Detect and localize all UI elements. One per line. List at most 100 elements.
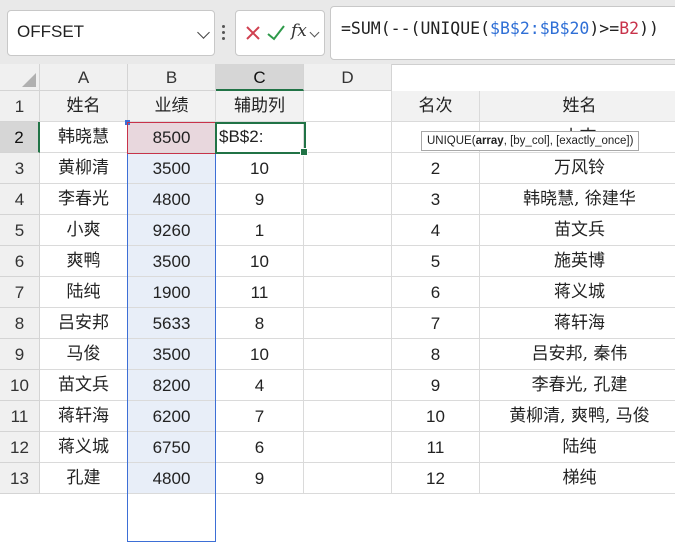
helper-cell[interactable]: 10: [216, 153, 304, 184]
sales-cell[interactable]: 8200: [128, 370, 216, 401]
name-cell[interactable]: 小爽: [40, 215, 128, 246]
name-cell[interactable]: 马俊: [40, 339, 128, 370]
helper-cell[interactable]: 4: [216, 370, 304, 401]
names-cell[interactable]: 万风铃: [480, 153, 675, 184]
table-header[interactable]: 辅助列: [216, 91, 304, 122]
row-header[interactable]: 9: [0, 339, 40, 370]
table-header[interactable]: 姓名: [480, 91, 675, 122]
sales-cell[interactable]: 3500: [128, 246, 216, 277]
sales-cell[interactable]: 6200: [128, 401, 216, 432]
name-cell[interactable]: 吕安邦: [40, 308, 128, 339]
name-cell[interactable]: 蒋义城: [40, 432, 128, 463]
insert-function-icon[interactable]: fx: [291, 21, 307, 41]
names-cell[interactable]: 陆纯: [480, 432, 675, 463]
rank-cell[interactable]: 10: [392, 401, 480, 432]
empty-cell[interactable]: [304, 370, 392, 401]
sales-cell[interactable]: 5633: [128, 308, 216, 339]
name-cell[interactable]: 苗文兵: [40, 370, 128, 401]
row-header[interactable]: 13: [0, 463, 40, 494]
tooltip-current-arg[interactable]: array: [476, 135, 504, 147]
empty-cell[interactable]: [304, 277, 392, 308]
names-cell[interactable]: 黄柳清, 爽鸭, 马俊: [480, 401, 675, 432]
select-all-corner[interactable]: [0, 64, 40, 91]
empty-cell[interactable]: [304, 91, 392, 122]
rank-cell[interactable]: 4: [392, 215, 480, 246]
sales-cell[interactable]: 3500: [128, 339, 216, 370]
table-header[interactable]: 名次: [392, 91, 480, 122]
sales-cell[interactable]: 9260: [128, 215, 216, 246]
sales-cell[interactable]: 8500: [128, 122, 216, 153]
helper-cell[interactable]: 10: [216, 339, 304, 370]
column-header-c[interactable]: C: [216, 64, 304, 91]
name-cell[interactable]: 黄柳清: [40, 153, 128, 184]
rank-cell[interactable]: 2: [392, 153, 480, 184]
helper-cell[interactable]: 8: [216, 308, 304, 339]
rank-cell[interactable]: 11: [392, 432, 480, 463]
row-header[interactable]: 8: [0, 308, 40, 339]
confirm-icon[interactable]: [266, 23, 286, 43]
names-cell[interactable]: 蒋义城: [480, 277, 675, 308]
table-header[interactable]: 姓名: [40, 91, 128, 122]
name-cell[interactable]: 陆纯: [40, 277, 128, 308]
column-header-a[interactable]: A: [40, 64, 128, 91]
name-box[interactable]: OFFSET: [7, 10, 215, 56]
column-header-d[interactable]: D: [304, 64, 392, 91]
names-cell[interactable]: 吕安邦, 秦伟: [480, 339, 675, 370]
helper-cell[interactable]: 9: [216, 184, 304, 215]
row-header[interactable]: 4: [0, 184, 40, 215]
cancel-icon[interactable]: [244, 23, 262, 43]
helper-cell[interactable]: 7: [216, 401, 304, 432]
sales-cell[interactable]: 4800: [128, 184, 216, 215]
row-header[interactable]: 10: [0, 370, 40, 401]
names-cell[interactable]: 韩晓慧, 徐建华: [480, 184, 675, 215]
names-cell[interactable]: 李春光, 孔建: [480, 370, 675, 401]
fill-handle[interactable]: [300, 148, 308, 156]
empty-cell[interactable]: [304, 339, 392, 370]
helper-cell[interactable]: 6: [216, 432, 304, 463]
row-header[interactable]: 11: [0, 401, 40, 432]
names-cell[interactable]: 梯纯: [480, 463, 675, 494]
table-header[interactable]: 业绩: [128, 91, 216, 122]
name-cell[interactable]: 蒋轩海: [40, 401, 128, 432]
formula-input[interactable]: =SUM(--(UNIQUE($B$2:$B$20)>=B2)): [330, 6, 675, 60]
row-header[interactable]: 7: [0, 277, 40, 308]
row-header[interactable]: 3: [0, 153, 40, 184]
names-cell[interactable]: 苗文兵: [480, 215, 675, 246]
sales-cell[interactable]: 1900: [128, 277, 216, 308]
row-header[interactable]: 6: [0, 246, 40, 277]
helper-cell[interactable]: 10: [216, 246, 304, 277]
rank-cell[interactable]: 12: [392, 463, 480, 494]
empty-cell[interactable]: [304, 122, 392, 153]
empty-cell[interactable]: [304, 463, 392, 494]
row-header[interactable]: 2: [0, 122, 40, 153]
empty-cell[interactable]: [304, 308, 392, 339]
empty-cell[interactable]: [304, 153, 392, 184]
row-header[interactable]: 12: [0, 432, 40, 463]
row-header[interactable]: 5: [0, 215, 40, 246]
empty-cell[interactable]: [304, 215, 392, 246]
name-cell[interactable]: 爽鸭: [40, 246, 128, 277]
sales-cell[interactable]: 3500: [128, 153, 216, 184]
name-cell[interactable]: 韩晓慧: [40, 122, 128, 153]
names-cell[interactable]: 施英博: [480, 246, 675, 277]
sales-cell[interactable]: 6750: [128, 432, 216, 463]
chevron-down-icon[interactable]: [197, 26, 210, 39]
chevron-down-icon[interactable]: [309, 27, 320, 38]
helper-cell[interactable]: 9: [216, 463, 304, 494]
column-header-b[interactable]: B: [128, 64, 216, 91]
name-cell[interactable]: 李春光: [40, 184, 128, 215]
empty-cell[interactable]: [304, 246, 392, 277]
empty-cell[interactable]: [304, 184, 392, 215]
rank-cell[interactable]: 8: [392, 339, 480, 370]
empty-cell[interactable]: [304, 432, 392, 463]
rank-cell[interactable]: 5: [392, 246, 480, 277]
helper-cell[interactable]: 11: [216, 277, 304, 308]
names-cell[interactable]: 蒋轩海: [480, 308, 675, 339]
row-header[interactable]: 1: [0, 91, 40, 122]
more-options-icon[interactable]: [222, 25, 225, 43]
name-cell[interactable]: 孔建: [40, 463, 128, 494]
rank-cell[interactable]: 9: [392, 370, 480, 401]
rank-cell[interactable]: 3: [392, 184, 480, 215]
helper-cell[interactable]: 1: [216, 215, 304, 246]
sales-cell[interactable]: 4800: [128, 463, 216, 494]
